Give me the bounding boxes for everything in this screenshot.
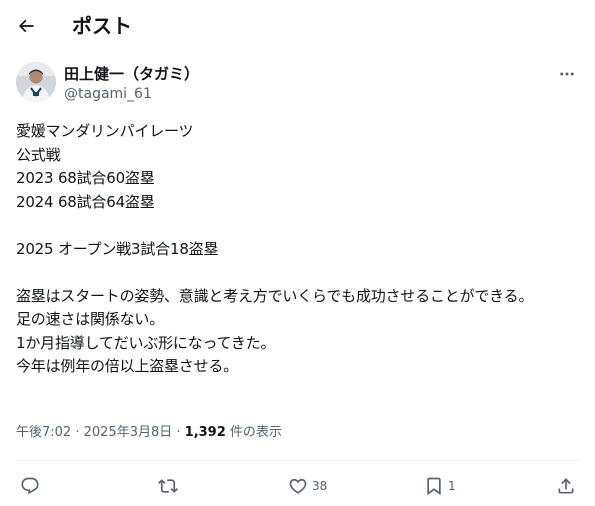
divider <box>16 460 579 461</box>
action-bar: 38 1 <box>16 472 579 500</box>
user-handle[interactable]: @tagami_61 <box>64 85 152 103</box>
bookmark-count: 1 <box>448 479 456 493</box>
back-button[interactable] <box>10 10 42 42</box>
tweet-author: 田上健一（タガミ） @tagami_61 <box>16 62 579 106</box>
retweet-button[interactable] <box>158 472 178 500</box>
tweet-date[interactable]: 2025年3月8日 <box>84 425 173 440</box>
share-button[interactable] <box>556 472 576 500</box>
meta-separator: · <box>71 425 84 440</box>
arrow-left-icon <box>16 16 36 36</box>
tweet-time[interactable]: 午後7:02 <box>16 425 71 440</box>
header: ポスト <box>0 0 595 52</box>
more-button[interactable] <box>555 62 579 86</box>
display-name[interactable]: 田上健一（タガミ） <box>64 64 199 84</box>
views-count: 1,392 <box>184 425 226 440</box>
bookmark-icon <box>424 476 444 496</box>
heart-icon <box>288 476 308 496</box>
reply-button[interactable] <box>20 472 40 500</box>
tweet-meta: 午後7:02 · 2025年3月8日 · 1,392 件の表示 <box>16 424 282 442</box>
reply-icon <box>20 476 40 496</box>
tweet-text: 愛媛マンダリンパイレーツ 公式戦 2023 68試合60盗塁 2024 68試合… <box>16 122 534 375</box>
more-horizontal-icon <box>558 65 576 83</box>
like-button[interactable]: 38 <box>288 472 327 500</box>
views-label: 件の表示 <box>225 425 282 440</box>
like-count: 38 <box>312 479 328 493</box>
page-title: ポスト <box>72 14 132 38</box>
meta-separator: · <box>172 425 185 440</box>
avatar[interactable] <box>16 62 56 102</box>
bookmark-button[interactable]: 1 <box>424 472 456 500</box>
retweet-icon <box>158 476 178 496</box>
share-icon <box>556 476 576 496</box>
